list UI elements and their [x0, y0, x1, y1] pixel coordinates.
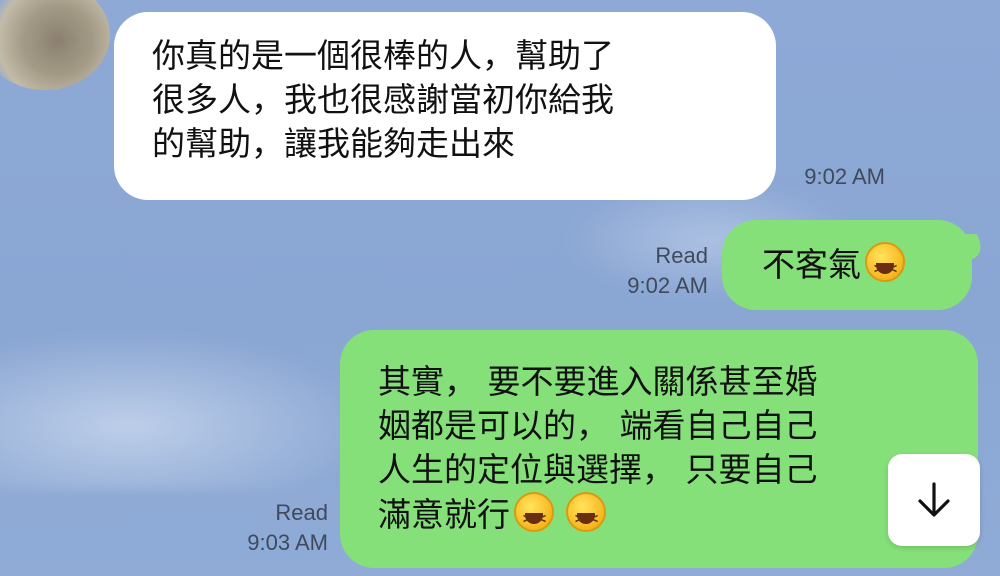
arrow-down-icon: [918, 482, 950, 517]
message-line: 的幫助，讓我能夠走出來: [152, 124, 515, 163]
grinning-squinting-face-icon: [566, 492, 606, 541]
background-cloud: [0, 330, 380, 490]
message-timestamp: 9:02 AM: [627, 273, 708, 298]
message-line: 姻都是可以的， 端看自己自己: [378, 406, 818, 445]
read-receipt: Read 9:03 AM: [210, 498, 328, 558]
scroll-to-bottom-button[interactable]: [888, 454, 980, 546]
message-line: 很多人，我也很感謝當初你給我: [152, 80, 614, 119]
message-timestamp: 9:02 AM: [804, 164, 885, 189]
read-label: Read: [655, 243, 708, 268]
read-label: Read: [275, 500, 328, 525]
outgoing-message-bubble[interactable]: 不客氣: [722, 220, 992, 310]
message-line: 不客氣: [762, 242, 972, 291]
message-line: 你真的是一個很棒的人，幫助了: [152, 36, 614, 75]
message-text: 滿意就行: [378, 495, 510, 534]
sender-avatar[interactable]: [0, 0, 110, 90]
message-line: 其實， 要不要進入關係甚至婚: [378, 362, 818, 401]
grinning-squinting-face-icon: [514, 492, 554, 541]
outgoing-message-bubble[interactable]: 其實， 要不要進入關係甚至婚 姻都是可以的， 端看自己自己 人生的定位與選擇， …: [340, 330, 978, 568]
incoming-message-bubble[interactable]: 你真的是一個很棒的人，幫助了 很多人，我也很感謝當初你給我 的幫助，讓我能夠走出…: [114, 12, 776, 200]
grinning-squinting-face-icon: [865, 242, 905, 291]
message-timestamp: 9:03 AM: [247, 530, 328, 555]
message-text: 不客氣: [762, 245, 861, 284]
read-receipt: Read 9:02 AM: [590, 241, 708, 301]
